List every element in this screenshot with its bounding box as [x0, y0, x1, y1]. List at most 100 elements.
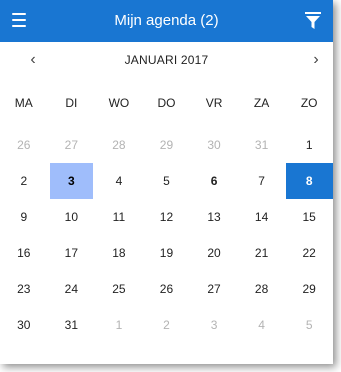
day-number: 1 [305, 138, 313, 152]
day-number: 31 [254, 138, 269, 152]
day-cell[interactable]: 9 [0, 199, 48, 235]
page-title: Mijn agenda (2) [114, 12, 219, 29]
day-number: 25 [112, 282, 126, 296]
day-number: 5 [305, 318, 313, 332]
day-cell[interactable]: 19 [143, 235, 191, 271]
weekday-header: MA DI WO DO VR ZA ZO [0, 88, 333, 118]
day-number: 22 [302, 246, 316, 260]
day-cell[interactable]: 26 [143, 271, 191, 307]
day-cell[interactable]: 29 [143, 127, 191, 163]
weekday-label: MA [14, 96, 33, 110]
next-month-button[interactable]: › [301, 42, 331, 78]
day-number: 29 [302, 282, 316, 296]
day-grid: 26 27 28 29 30 31 1 2 3 4 5 6 7 8 9 10 11 12 13 14 15 16 17 18 1… [0, 127, 333, 343]
day-cell[interactable]: 1 [285, 127, 333, 163]
filter-icon[interactable] [305, 11, 321, 31]
day-number: 30 [17, 318, 31, 332]
day-number: 2 [20, 174, 28, 188]
day-number: 3 [210, 318, 218, 332]
day-cell[interactable]: 30 [190, 127, 238, 163]
day-number: 15 [302, 210, 316, 224]
day-number: 13 [207, 210, 221, 224]
app-bar: Mijn agenda (2) [0, 0, 333, 42]
day-cell[interactable]: 23 [0, 271, 48, 307]
day-number: 24 [64, 282, 79, 296]
day-number: 7 [258, 174, 265, 188]
day-cell[interactable]: 26 [0, 127, 48, 163]
calendar-window: Mijn agenda (2) ‹ JANUARI 2017 › MA DI W… [0, 0, 333, 364]
day-cell[interactable]: 4 [238, 307, 286, 343]
day-number: 28 [112, 138, 126, 152]
day-number: 10 [64, 210, 79, 224]
day-number: 4 [258, 318, 265, 332]
day-number: 2 [163, 318, 170, 332]
day-number: 14 [254, 210, 269, 224]
day-cell[interactable]: 13 [190, 199, 238, 235]
day-number: 17 [64, 246, 79, 260]
day-cell-selected[interactable]: 8 [285, 163, 333, 199]
day-cell[interactable]: 16 [0, 235, 48, 271]
day-cell[interactable]: 14 [238, 199, 286, 235]
day-cell-today[interactable]: 3 [48, 163, 96, 199]
weekday-label: ZA [253, 96, 270, 110]
day-cell[interactable]: 22 [285, 235, 333, 271]
day-cell[interactable]: 2 [143, 307, 191, 343]
day-number: 28 [254, 282, 269, 296]
day-number: 18 [112, 246, 126, 260]
day-number: 11 [112, 210, 126, 224]
weekday-label: WO [108, 96, 130, 110]
day-number: 9 [20, 210, 28, 224]
day-cell[interactable]: 3 [190, 307, 238, 343]
day-cell[interactable]: 24 [48, 271, 96, 307]
day-cell[interactable]: 29 [285, 271, 333, 307]
day-cell[interactable]: 1 [95, 307, 143, 343]
day-number: 20 [207, 246, 221, 260]
weekday-label: DI [65, 96, 78, 110]
day-number: 6 [210, 174, 218, 188]
day-cell[interactable]: 17 [48, 235, 96, 271]
day-cell[interactable]: 27 [190, 271, 238, 307]
day-number: 26 [159, 282, 174, 296]
day-cell[interactable]: 31 [48, 307, 96, 343]
day-number: 4 [115, 174, 123, 188]
day-cell[interactable]: 7 [238, 163, 286, 199]
day-cell[interactable]: 21 [238, 235, 286, 271]
day-number: 21 [254, 246, 269, 260]
day-cell[interactable]: 6 [190, 163, 238, 199]
day-cell[interactable]: 15 [285, 199, 333, 235]
day-cell[interactable]: 10 [48, 199, 96, 235]
day-number: 23 [17, 282, 31, 296]
day-cell[interactable]: 28 [238, 271, 286, 307]
day-cell[interactable]: 4 [95, 163, 143, 199]
day-number: 1 [115, 318, 123, 332]
day-number: 27 [207, 282, 221, 296]
day-cell[interactable]: 2 [0, 163, 48, 199]
day-number: 30 [207, 138, 221, 152]
day-cell[interactable]: 11 [95, 199, 143, 235]
day-number: 5 [163, 174, 170, 188]
day-number: 27 [64, 138, 79, 152]
day-number: 31 [64, 318, 79, 332]
day-number: 19 [159, 246, 174, 260]
day-cell[interactable]: 27 [48, 127, 96, 163]
day-number: 3 [49, 163, 93, 199]
day-cell[interactable]: 20 [190, 235, 238, 271]
day-number: 16 [17, 246, 31, 260]
day-number: 29 [159, 138, 174, 152]
day-number: 26 [17, 138, 31, 152]
weekday-label: VR [205, 96, 223, 110]
day-cell[interactable]: 5 [285, 307, 333, 343]
day-cell[interactable]: 31 [238, 127, 286, 163]
day-cell[interactable]: 25 [95, 271, 143, 307]
day-cell[interactable]: 30 [0, 307, 48, 343]
weekday-label: ZO [300, 96, 318, 110]
day-cell[interactable]: 18 [95, 235, 143, 271]
month-label: JANUARI 2017 [124, 53, 209, 67]
day-cell[interactable]: 12 [143, 199, 191, 235]
day-cell[interactable]: 28 [95, 127, 143, 163]
weekday-label: DO [157, 96, 176, 110]
month-navigation: ‹ JANUARI 2017 › [0, 42, 333, 78]
day-number: 8 [285, 163, 333, 199]
day-number: 12 [159, 210, 174, 224]
day-cell[interactable]: 5 [143, 163, 191, 199]
